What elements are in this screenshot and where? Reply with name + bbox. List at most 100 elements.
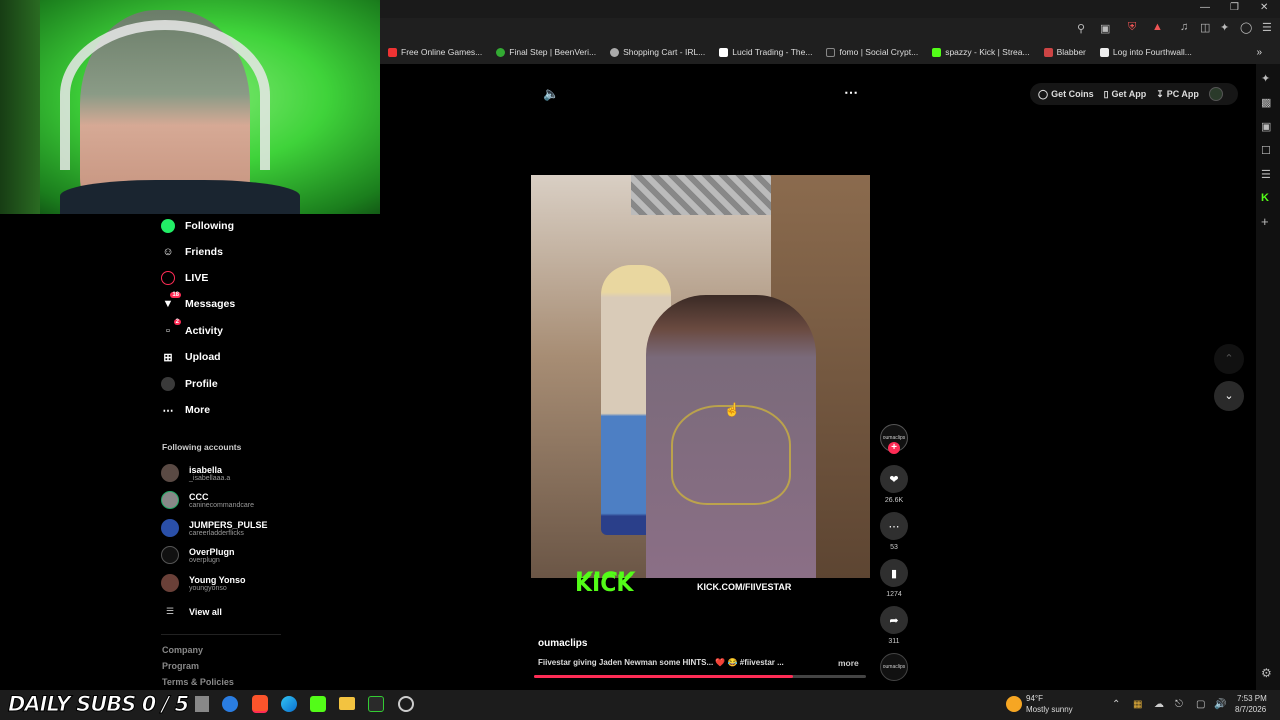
video-caption: Fiivestar giving Jaden Newman some HINTS… (538, 658, 784, 667)
sidebar-item-label: More (185, 404, 211, 416)
bookmark-item[interactable]: spazzy - Kick | Strea... (932, 47, 1030, 57)
pc-app-button[interactable]: ↧ PC App (1156, 89, 1199, 100)
following-account-item[interactable]: Young Yonso youngyonso (161, 574, 246, 592)
comment-button[interactable]: ⋯ (880, 512, 908, 540)
phone-icon: ▯ (1103, 88, 1109, 99)
taskbar-terminal-icon[interactable] (368, 696, 384, 712)
bookmark-item[interactable]: fomo | Social Crypt... (826, 47, 918, 57)
weather-desc: Mostly sunny (1026, 705, 1073, 714)
bookmark-item[interactable]: Shopping Cart - IRL... (610, 47, 705, 57)
tray-chevron-icon[interactable]: ⌃ (1112, 699, 1120, 710)
tray-volume-icon[interactable]: 🔊 (1214, 699, 1226, 710)
video-author[interactable]: oumaclips (538, 638, 587, 649)
sidebar-item-more[interactable]: ⋯ More (161, 403, 211, 417)
video-progress-track[interactable] (534, 675, 866, 678)
brave-shield-icon[interactable]: ⛨ (1128, 21, 1136, 34)
bookmark-item[interactable]: Blabber (1043, 47, 1086, 57)
following-account-item[interactable]: isabella _isabellaaa.a (161, 464, 230, 482)
save-button[interactable]: ▮ (880, 559, 908, 587)
sidebar-item-profile[interactable]: Profile (161, 377, 218, 391)
caption-more-button[interactable]: more (838, 658, 859, 668)
clock-date[interactable]: 8/7/2026 (1235, 705, 1266, 714)
view-all-link[interactable]: ☰ View all (161, 606, 222, 617)
sidebar-item-activity[interactable]: ▫ 2 Activity (161, 319, 223, 338)
user-avatar[interactable] (1208, 87, 1223, 101)
like-count: 26.6K (884, 497, 904, 504)
following-account-item[interactable]: JUMPERS_PULSE careerladderflicks (161, 519, 268, 537)
wallet-icon[interactable]: ▣ (1261, 120, 1271, 133)
account-handle: caninecommandcare (189, 501, 254, 509)
get-coins-button[interactable]: ◯ Get Coins (1038, 89, 1094, 100)
previous-video-button[interactable]: ⌃ (1214, 344, 1244, 374)
sidebar-item-upload[interactable]: ⊞ Upload (161, 350, 220, 364)
music-icon[interactable]: ♫ (1180, 21, 1188, 33)
share-button[interactable]: ➦ (880, 606, 908, 634)
add-panel-icon[interactable]: + (1261, 214, 1269, 229)
rewards-icon[interactable]: ▲ (1152, 21, 1163, 33)
clock-time[interactable]: 7:53 PM (1237, 694, 1267, 703)
next-video-button[interactable]: ⌄ (1214, 381, 1244, 411)
like-button[interactable]: ❤ (880, 465, 908, 493)
bookmark-label: Lucid Trading - The... (732, 47, 813, 57)
close-icon[interactable]: ✕ (1260, 2, 1268, 13)
footer-link-company[interactable]: Company (162, 645, 203, 655)
taskbar-extra-icon[interactable] (398, 696, 414, 712)
tray-display-icon[interactable]: ▢ (1196, 699, 1205, 710)
restore-icon[interactable]: ❐ (1230, 2, 1239, 13)
taskbar-file-icon[interactable] (195, 696, 209, 712)
bookmark-label: Final Step | BeenVeri... (509, 47, 597, 57)
bookmark-item[interactable]: Final Step | BeenVeri... (496, 47, 596, 57)
footer-link-terms[interactable]: Terms & Policies (162, 677, 234, 687)
kick-icon[interactable]: K (1261, 192, 1269, 204)
tray-app-icon[interactable]: ▦ (1133, 699, 1142, 710)
volume-icon[interactable]: 🔈 (543, 86, 559, 102)
sidebar-item-friends[interactable]: ☺ Friends (161, 245, 223, 259)
bookmarks-panel-icon[interactable]: ☐ (1261, 144, 1271, 157)
taskbar-brave-icon[interactable] (252, 695, 268, 713)
sidebar-item-live[interactable]: LIVE (161, 271, 208, 285)
settings-icon[interactable]: ⚙ (1261, 666, 1272, 680)
bookmark-favicon (1043, 47, 1053, 57)
taskbar-kick-icon[interactable] (310, 696, 326, 712)
windows-taskbar: DAILY SUBS 0 / 5 94°F Mostly sunny ⌃ ▦ ☁… (0, 690, 1280, 720)
following-account-item[interactable]: CCC caninecommandcare (161, 491, 254, 509)
bookmark-item[interactable]: Log into Fourthwall... (1099, 47, 1192, 57)
tray-network-icon[interactable]: ☁ (1154, 699, 1164, 710)
cast-icon[interactable]: ▣ (1100, 22, 1110, 35)
sidebar-icon[interactable]: ◫ (1200, 21, 1210, 34)
leo-ai-icon[interactable]: ✦ (1261, 72, 1270, 85)
get-app-button[interactable]: ▯ Get App (1104, 89, 1147, 100)
weather-temp: 94°F (1026, 694, 1043, 703)
account-name: isabella (189, 464, 223, 475)
more-options-icon[interactable]: ⋯ (844, 84, 858, 101)
weather-icon[interactable] (1006, 696, 1022, 712)
tray-mic-icon[interactable]: ⎋ (1175, 699, 1183, 710)
minimize-icon[interactable]: — (1200, 2, 1210, 13)
tv-icon[interactable]: ▩ (1261, 96, 1271, 109)
taskbar-edge-icon[interactable] (281, 696, 297, 712)
bookmark-icon: ▮ (890, 567, 898, 580)
music-disc[interactable]: oumaclips (880, 653, 908, 681)
video-player[interactable]: KICK (531, 175, 870, 578)
sidebar-item-messages[interactable]: ▼ 18 Messages (161, 292, 235, 311)
search-icon[interactable]: ⚲ (1077, 22, 1085, 35)
list-icon: ☰ (165, 606, 175, 616)
save-count: 1274 (886, 591, 902, 598)
bookmarks-overflow-icon[interactable]: » (1256, 47, 1262, 58)
follow-plus-button[interactable]: + (888, 442, 900, 454)
vpn-icon[interactable]: ◯ (1240, 21, 1252, 34)
coin-icon: ◯ (1038, 88, 1049, 99)
sidebar-item-following[interactable]: Following (161, 219, 234, 233)
footer-link-program[interactable]: Program (162, 661, 199, 671)
reading-list-icon[interactable]: ☰ (1261, 168, 1271, 181)
bookmark-item[interactable]: Free Online Games... (388, 47, 482, 57)
account-handle: _isabellaaa.a (189, 474, 231, 482)
bookmark-item[interactable]: Lucid Trading - The... (719, 47, 812, 57)
menu-icon[interactable]: ☰ (1262, 21, 1272, 34)
taskbar-app-icon[interactable] (222, 696, 238, 712)
extensions-icon[interactable]: ✦ (1220, 21, 1229, 34)
taskbar-folder-icon[interactable] (339, 697, 355, 710)
bookmarks-bar: Free Online Games... Final Step | BeenVe… (380, 40, 1280, 64)
following-account-item[interactable]: OverPlugn overplugn (161, 546, 235, 564)
messages-icon: ▼ 18 (162, 292, 181, 310)
